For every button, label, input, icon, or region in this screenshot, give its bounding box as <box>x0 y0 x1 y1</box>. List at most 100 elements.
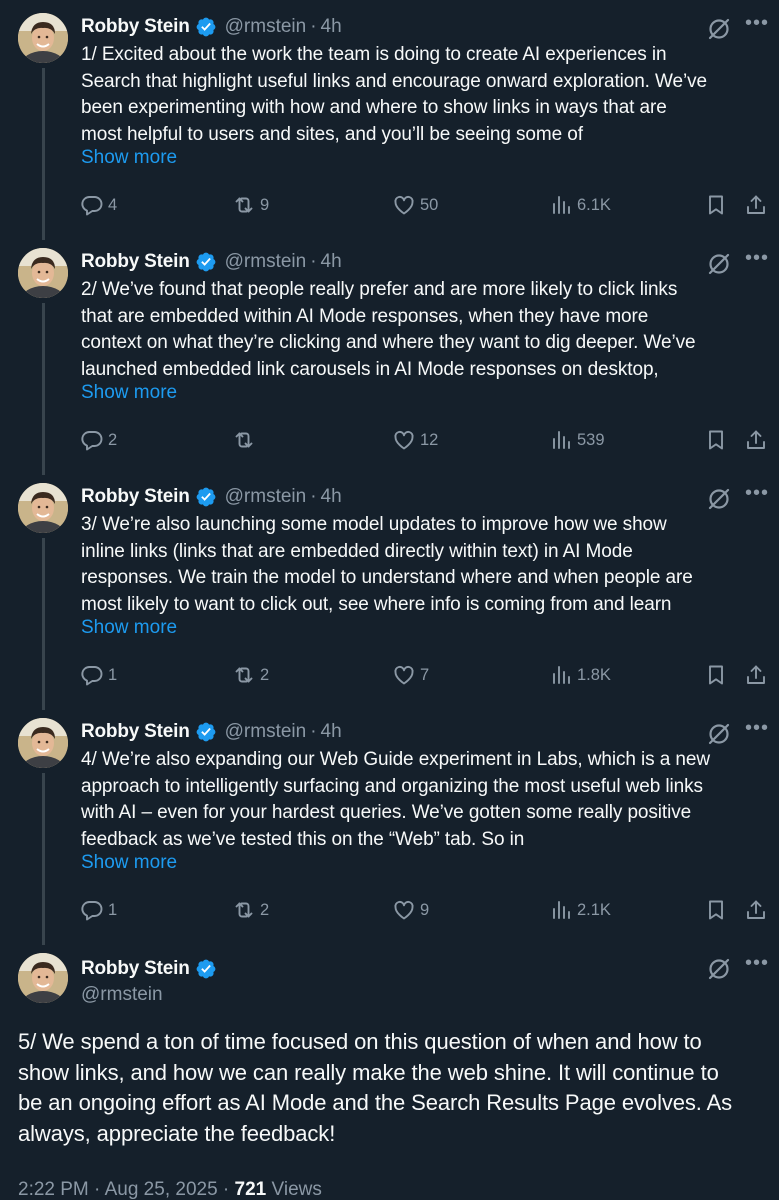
more-options-icon[interactable]: ••• <box>744 13 770 38</box>
avatar[interactable] <box>18 248 68 298</box>
verified-badge-icon[interactable] <box>195 486 217 508</box>
repost-count: 2 <box>260 900 270 919</box>
tweet-text-line: with AI – even for your hardest queries.… <box>81 802 692 823</box>
more-options-icon[interactable]: ••• <box>744 483 770 508</box>
like-button[interactable]: 50 <box>392 190 438 220</box>
repost-icon <box>232 428 256 452</box>
author-name[interactable]: Robby Stein <box>81 486 190 508</box>
share-button[interactable] <box>744 190 768 220</box>
verified-badge-icon[interactable] <box>195 721 217 743</box>
bookmark-button[interactable] <box>704 425 728 455</box>
more-options-icon[interactable]: ••• <box>744 718 770 743</box>
avatar-image <box>18 953 68 1003</box>
like-button[interactable]: 7 <box>392 660 429 690</box>
thread-tweet[interactable]: Robby Stein @rmstein · 4h ••• 4/ We’re a… <box>0 705 779 945</box>
author-handle[interactable]: @rmstein <box>81 984 163 1006</box>
tweet-text-line: 3/ We’re also launching some model updat… <box>81 514 667 535</box>
reply-icon <box>80 663 104 687</box>
show-more-link[interactable]: Show more <box>81 382 177 404</box>
avatar-image <box>18 248 68 298</box>
more-options-icon[interactable]: ••• <box>744 248 770 273</box>
tweet-text: 5/ We spend a ton of time focused on thi… <box>18 1027 768 1149</box>
show-more-link[interactable]: Show more <box>81 852 177 874</box>
reply-button[interactable]: 1 <box>80 660 117 690</box>
tweet-timestamp[interactable]: 2:22 PM · Aug 25, 2025 · <box>18 1179 235 1200</box>
share-button[interactable] <box>744 425 768 455</box>
like-count: 9 <box>420 900 430 919</box>
reply-count: 1 <box>108 665 118 684</box>
bookmark-icon <box>704 663 728 687</box>
bookmark-icon <box>704 898 728 922</box>
reply-button[interactable]: 1 <box>80 895 117 925</box>
tweet-text-line: show links, and how we can really make t… <box>18 1059 719 1085</box>
repost-button[interactable]: 2 <box>232 895 269 925</box>
verified-badge-icon[interactable] <box>195 251 217 273</box>
author-name[interactable]: Robby Stein <box>81 721 190 743</box>
avatar[interactable] <box>18 718 68 768</box>
separator-dot: · <box>310 721 317 742</box>
tweet-time[interactable]: 4h <box>321 721 342 743</box>
bookmark-button[interactable] <box>704 895 728 925</box>
author-handle[interactable]: @rmstein <box>225 486 307 508</box>
repost-button[interactable] <box>232 425 260 455</box>
tweet-text-line: responses. We train the model to underst… <box>81 567 693 588</box>
share-button[interactable] <box>744 895 768 925</box>
views-button[interactable]: 2.1K <box>549 895 611 925</box>
grok-icon[interactable] <box>706 16 732 42</box>
author-name[interactable]: Robby Stein <box>81 958 190 980</box>
reply-button[interactable]: 4 <box>80 190 117 220</box>
bookmark-icon <box>704 193 728 217</box>
like-button[interactable]: 12 <box>392 425 438 455</box>
avatar[interactable] <box>18 953 68 1003</box>
more-options-icon[interactable]: ••• <box>744 953 770 978</box>
tweet-time[interactable]: 4h <box>321 486 342 508</box>
repost-button[interactable]: 9 <box>232 190 269 220</box>
main-tweet[interactable]: Robby Stein @rmstein ••• 5/ We spend a t… <box>0 940 779 1200</box>
bookmark-button[interactable] <box>704 190 728 220</box>
heart-icon <box>392 193 416 217</box>
thread-tweet[interactable]: Robby Stein @rmstein · 4h ••• 1/ Excited… <box>0 0 779 240</box>
reply-button[interactable]: 2 <box>80 425 117 455</box>
like-button[interactable]: 9 <box>392 895 429 925</box>
grok-icon[interactable] <box>706 721 732 747</box>
reply-count: 1 <box>108 900 118 919</box>
avatar[interactable] <box>18 13 68 63</box>
repost-button[interactable]: 2 <box>232 660 269 690</box>
tweet-time[interactable]: 4h <box>321 251 342 273</box>
analytics-icon <box>549 428 573 452</box>
tweet-header: Robby Stein <box>81 956 217 982</box>
reply-icon <box>80 428 104 452</box>
verified-badge-icon[interactable] <box>195 16 217 38</box>
bookmark-button[interactable] <box>704 660 728 690</box>
author-handle[interactable]: @rmstein <box>225 721 307 743</box>
views-button[interactable]: 1.8K <box>549 660 611 690</box>
views-button[interactable]: 539 <box>549 425 605 455</box>
avatar[interactable] <box>18 483 68 533</box>
share-button[interactable] <box>744 660 768 690</box>
show-more-link[interactable]: Show more <box>81 617 177 639</box>
grok-icon[interactable] <box>706 956 732 982</box>
author-handle[interactable]: @rmstein <box>225 16 307 38</box>
tweet-time[interactable]: 4h <box>321 16 342 38</box>
grok-icon[interactable] <box>706 251 732 277</box>
tweet-actions: 2 12 539 <box>0 425 779 455</box>
tweet-header: Robby Stein @rmstein · 4h <box>81 484 342 510</box>
views-button[interactable]: 6.1K <box>549 190 611 220</box>
repost-count: 9 <box>260 195 270 214</box>
view-count: 539 <box>577 430 605 449</box>
tweet-text-line: launched embedded link carousels in AI M… <box>81 358 659 380</box>
reply-icon <box>80 898 104 922</box>
author-handle[interactable]: @rmstein <box>225 251 307 273</box>
share-icon <box>744 898 768 922</box>
show-more-link[interactable]: Show more <box>81 147 177 169</box>
author-name[interactable]: Robby Stein <box>81 16 190 38</box>
tweet-actions: 1 2 9 2.1K <box>0 895 779 925</box>
tweet-text-line: 5/ We spend a ton of time focused on thi… <box>18 1029 702 1054</box>
author-name[interactable]: Robby Stein <box>81 251 190 273</box>
thread-tweet[interactable]: Robby Stein @rmstein · 4h ••• 2/ We’ve f… <box>0 235 779 475</box>
verified-badge-icon[interactable] <box>195 958 217 980</box>
heart-icon <box>392 428 416 452</box>
thread-tweet[interactable]: Robby Stein @rmstein · 4h ••• 3/ We’re a… <box>0 470 779 710</box>
grok-icon[interactable] <box>706 486 732 512</box>
tweet-text-line: inline links (links that are embedded di… <box>81 540 633 562</box>
